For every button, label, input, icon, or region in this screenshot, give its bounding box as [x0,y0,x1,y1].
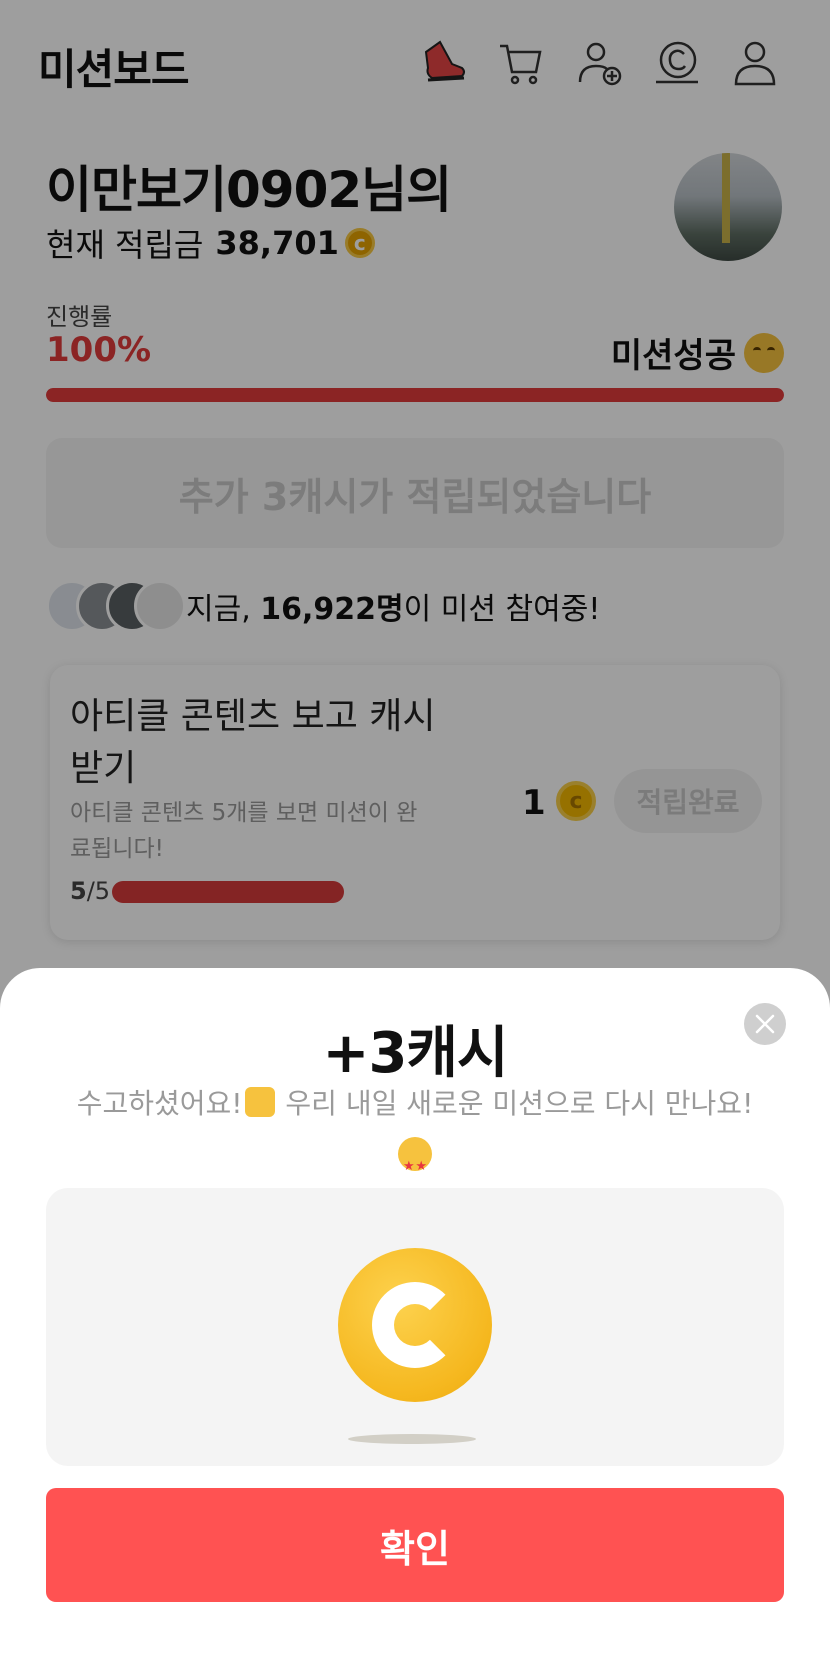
cash-coin-icon [338,1248,492,1402]
close-icon [755,1014,775,1034]
sheet-title: +3캐시 [322,1021,509,1086]
confirm-button[interactable]: 확인 [46,1488,784,1602]
coin-illustration-panel [46,1188,784,1466]
close-button[interactable] [744,1003,786,1045]
sheet-message-part2: 우리 내일 새로운 미션으로 다시 만나요! [276,1087,754,1120]
star-struck-icon [398,1137,432,1193]
reward-bottom-sheet: +3캐시 수고하셨어요! 우리 내일 새로운 미션으로 다시 만나요! 확인 [0,968,830,1672]
sheet-message-part1: 수고하셨어요! [76,1087,243,1120]
thumbs-up-icon [244,1087,275,1117]
coin-shadow [348,1434,476,1444]
sheet-message: 수고하셨어요! 우리 내일 새로운 미션으로 다시 만나요! [40,1078,790,1193]
